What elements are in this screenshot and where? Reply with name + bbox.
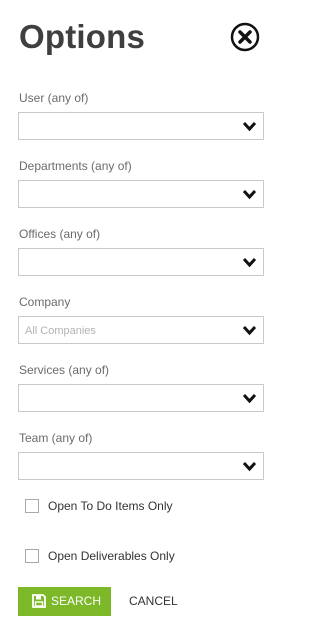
- company-filter-label: Company: [19, 295, 71, 309]
- chevron-down-icon: [242, 325, 257, 336]
- chevron-down-icon: [242, 121, 257, 132]
- user-filter-label: User (any of): [19, 91, 89, 105]
- open-todo-items-label: Open To Do Items Only: [48, 499, 173, 513]
- company-filter-select[interactable]: All Companies: [18, 316, 264, 344]
- offices-filter-select[interactable]: [18, 248, 264, 276]
- chevron-down-icon: [242, 393, 257, 404]
- open-deliverables-label: Open Deliverables Only: [48, 549, 175, 563]
- chevron-down-icon: [242, 257, 257, 268]
- chevron-down-icon: [242, 189, 257, 200]
- departments-filter-select[interactable]: [18, 180, 264, 208]
- cancel-button[interactable]: CANCEL: [129, 587, 178, 616]
- chevron-down-icon: [242, 461, 257, 472]
- team-filter-select[interactable]: [18, 452, 264, 480]
- services-filter-label: Services (any of): [19, 363, 110, 377]
- search-button[interactable]: SEARCH: [18, 587, 111, 616]
- user-filter-select[interactable]: [18, 112, 264, 140]
- close-icon[interactable]: [230, 22, 260, 52]
- departments-filter-label: Departments (any of): [19, 159, 132, 173]
- offices-filter-label: Offices (any of): [19, 227, 101, 241]
- company-filter-value: All Companies: [25, 325, 96, 337]
- page-title: Options: [19, 18, 146, 55]
- open-deliverables-checkbox[interactable]: [25, 549, 39, 563]
- save-icon: [32, 594, 46, 608]
- services-filter-select[interactable]: [18, 384, 264, 412]
- team-filter-label: Team (any of): [19, 431, 93, 445]
- search-button-label: SEARCH: [51, 594, 102, 608]
- open-todo-items-checkbox[interactable]: [25, 499, 39, 513]
